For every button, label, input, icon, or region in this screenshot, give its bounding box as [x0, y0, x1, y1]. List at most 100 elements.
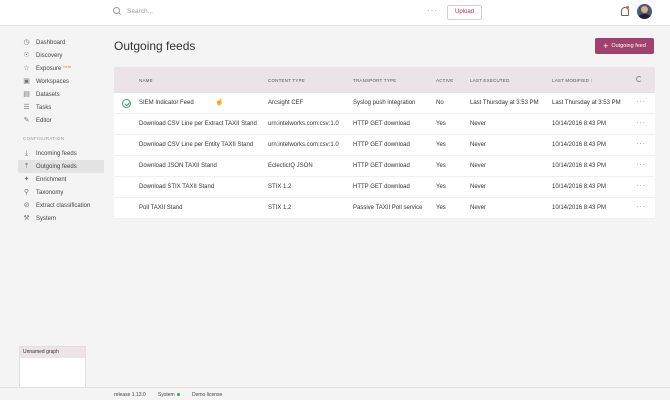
active-status: Yes — [436, 121, 446, 127]
sidebar: ◷ Dashboard ☉ Discovery ☆ Exposure beta … — [18, 36, 104, 225]
outgoing-feeds-table: NAME CONTENT TYPE TRANSPORT TYPE ACTIVE … — [114, 67, 655, 219]
sidebar-item-label: Editor — [36, 117, 52, 124]
last-executed: Last Thursday at 3:53 PM — [470, 100, 539, 106]
last-executed: Never — [470, 142, 487, 148]
column-header-name[interactable]: NAME — [139, 78, 153, 83]
search-icon — [113, 7, 121, 15]
sidebar-item-label: Dashboard — [36, 39, 66, 46]
last-executed: Never — [470, 121, 487, 127]
last-modified: Last Thursday at 3:53 PM — [552, 100, 621, 106]
sidebar-item-dashboard[interactable]: ◷ Dashboard — [18, 36, 104, 49]
row-more-icon[interactable]: ··· — [636, 181, 646, 190]
last-modified: 10/14/2016 8:43 PM — [552, 142, 607, 148]
active-check-icon — [122, 99, 131, 108]
table-row[interactable]: Download JSON TAXII Stand EclecticIQ JSO… — [114, 156, 655, 177]
content-type: EclecticIQ JSON — [268, 163, 313, 169]
upload-icon: ⤒ — [24, 163, 29, 170]
add-outgoing-feed-button[interactable]: + Outgoing feed — [595, 38, 654, 54]
column-header-transport-type[interactable]: TRANSPORT TYPE — [353, 78, 396, 83]
more-icon[interactable]: ··· — [427, 6, 438, 15]
star-icon: ☆ — [23, 65, 30, 72]
feed-name[interactable]: Download JSON TAXII Stand — [139, 163, 217, 169]
sidebar-item-editor[interactable]: ✎ Editor — [18, 114, 104, 127]
sidebar-item-outgoing-feeds[interactable]: ⤒ Outgoing feeds — [18, 160, 104, 173]
add-outgoing-feed-label: Outgoing feed — [611, 43, 646, 49]
sidebar-item-workspaces[interactable]: ▣ Workspaces — [18, 75, 104, 88]
table-row[interactable]: SIEM Indicator Feed ☝ Arcsight CEF Syslo… — [114, 93, 655, 114]
sidebar-item-taxonomy[interactable]: ⚲ Taxonomy — [18, 186, 104, 199]
sidebar-item-discovery[interactable]: ☉ Discovery — [18, 49, 104, 62]
table-row[interactable]: Download STIX TAXII Stand STIX 1.2 HTTP … — [114, 177, 655, 198]
top-bar: Search... ··· Upload — [0, 0, 670, 26]
notification-bell-icon[interactable] — [619, 6, 629, 17]
sidebar-item-extract-classification[interactable]: ⊘ Extract classification — [18, 199, 104, 212]
search-input[interactable]: Search... — [127, 8, 153, 15]
block-icon: ⊘ — [23, 202, 30, 209]
content-type: urn:intelworks.com:csv:1.0 — [268, 121, 339, 127]
column-header-last-modified[interactable]: LAST MODIFIED ↑ — [552, 78, 593, 83]
sidebar-item-incoming-feeds[interactable]: ⤓ Incoming feeds — [18, 147, 104, 160]
sidebar-item-label: Exposure — [36, 65, 62, 72]
table-row[interactable]: Download CSV Line per Entity TAXII Stand… — [114, 135, 655, 156]
row-more-icon[interactable]: ··· — [636, 139, 646, 148]
page-title: Outgoing feeds — [114, 39, 196, 53]
release-version: release 1.13.0 — [114, 392, 146, 398]
plus-icon: + — [603, 40, 609, 51]
sidebar-item-exposure[interactable]: ☆ Exposure beta — [18, 62, 104, 75]
content-type: Arcsight CEF — [268, 100, 304, 106]
sidebar-item-enrichment[interactable]: ✦ Enrichment — [18, 173, 104, 186]
last-executed: Never — [470, 184, 487, 190]
column-header-content-type[interactable]: CONTENT TYPE — [268, 78, 305, 83]
active-status: Yes — [436, 205, 446, 211]
last-modified: 10/14/2016 8:43 PM — [552, 205, 607, 211]
feed-name[interactable]: Poll TAXII Stand — [139, 205, 182, 211]
transport-type: HTTP GET download — [353, 142, 410, 148]
last-executed: Never — [470, 205, 487, 211]
row-more-icon[interactable]: ··· — [636, 97, 646, 106]
sidebar-item-datasets[interactable]: ▤ Datasets — [18, 88, 104, 101]
active-status: Yes — [436, 184, 446, 190]
transport-type: HTTP GET download — [353, 121, 410, 127]
footer: release 1.13.0 System Demo license — [0, 387, 670, 400]
compass-icon: ☉ — [23, 52, 30, 59]
column-header-active[interactable]: ACTIVE — [436, 78, 453, 83]
sidebar-item-label: Extract classification — [36, 202, 91, 209]
row-more-icon[interactable]: ··· — [636, 202, 646, 211]
system-status[interactable]: System — [158, 392, 180, 398]
sidebar-item-tasks[interactable]: ☰ Tasks — [18, 101, 104, 114]
sidebar-item-system[interactable]: ⚒ System — [18, 212, 104, 225]
transport-type: Syslog push integration — [353, 100, 416, 106]
row-more-icon[interactable]: ··· — [636, 160, 646, 169]
graph-panel-title: Unnamed graph — [20, 347, 85, 358]
avatar[interactable] — [637, 4, 652, 19]
feed-name[interactable]: Download CSV Line per Extract TAXII Stan… — [139, 121, 257, 127]
dashboard-icon: ◷ — [23, 39, 30, 46]
last-modified: 10/14/2016 8:43 PM — [552, 163, 607, 169]
content-type: STIX 1.2 — [268, 205, 292, 211]
feed-name[interactable]: Download STIX TAXII Stand — [139, 184, 214, 190]
column-header-last-executed[interactable]: LAST EXECUTED — [470, 78, 510, 83]
search-box[interactable]: Search... — [113, 7, 153, 15]
last-modified: 10/14/2016 8:43 PM — [552, 184, 607, 190]
refresh-icon[interactable] — [636, 76, 642, 82]
wrench-icon: ⚒ — [23, 215, 30, 222]
pointer-cursor-icon: ☝ — [215, 99, 224, 106]
feed-name[interactable]: Download CSV Line per Entity TAXII Stand — [139, 142, 253, 148]
last-modified: 10/14/2016 8:43 PM — [552, 121, 607, 127]
checklist-icon: ☰ — [23, 104, 30, 111]
beta-badge: beta — [63, 64, 72, 69]
upload-button[interactable]: Upload — [447, 5, 483, 20]
table-row[interactable]: Download CSV Line per Extract TAXII Stan… — [114, 114, 655, 135]
transport-type: HTTP GET download — [353, 184, 410, 190]
content-type: urn:intelworks.com:csv:1.0 — [268, 142, 339, 148]
last-executed: Never — [470, 163, 487, 169]
row-more-icon[interactable]: ··· — [636, 118, 646, 127]
sidebar-item-label: Workspaces — [36, 78, 69, 85]
active-status: Yes — [436, 142, 446, 148]
transport-type: Passive TAXII Poll service — [353, 205, 423, 211]
configuration-section-label: CONFIGURATION — [23, 136, 65, 141]
taxonomy-icon: ⚲ — [23, 189, 30, 196]
feed-name[interactable]: SIEM Indicator Feed — [139, 100, 194, 106]
table-row[interactable]: Poll TAXII Stand STIX 1.2 Passive TAXII … — [114, 198, 655, 219]
sidebar-item-label: Tasks — [36, 104, 52, 111]
